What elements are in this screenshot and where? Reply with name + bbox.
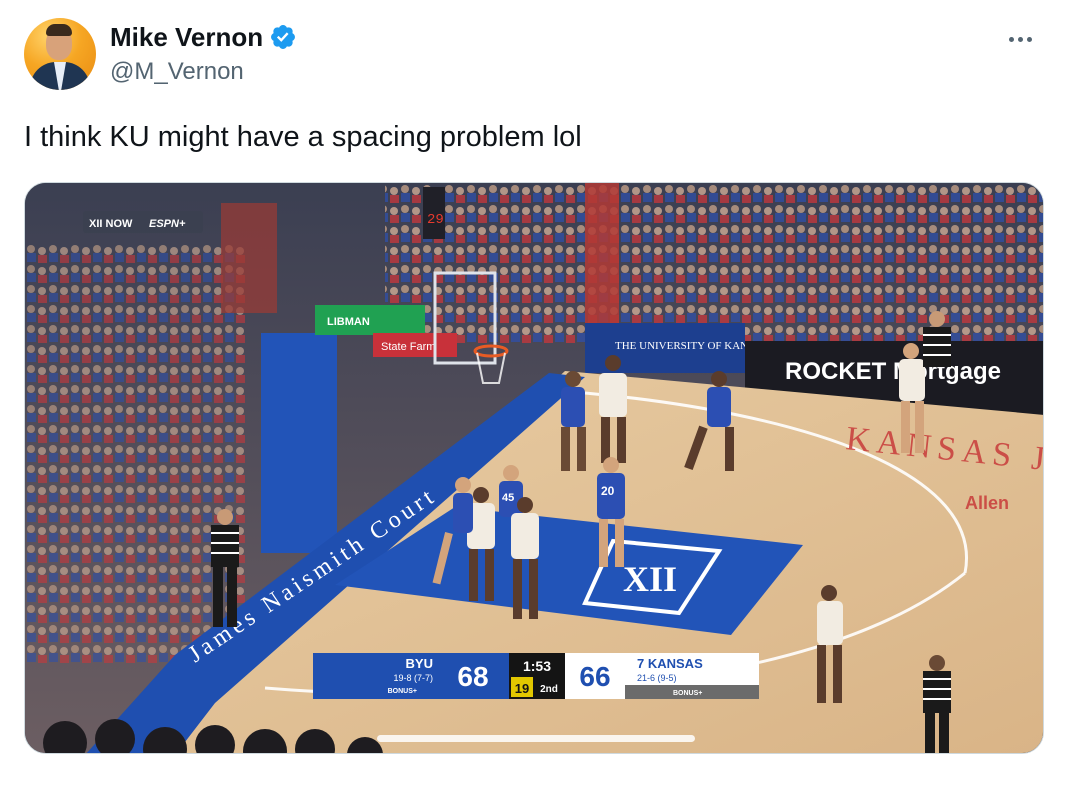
tweet-text: I think KU might have a spacing problem … [24, 121, 582, 153]
author-avatar[interactable] [24, 18, 96, 90]
author-display-name-row[interactable]: Mike Vernon [110, 20, 297, 54]
verified-badge-icon [271, 25, 296, 49]
broadcast-bug: XII NOW ESPN+ [83, 211, 203, 233]
home-score: 66 [579, 661, 610, 692]
svg-text:45: 45 [502, 492, 514, 504]
author-handle[interactable]: @M_Vernon [110, 56, 297, 88]
game-clock: 1:53 [523, 658, 551, 674]
crowd-upper-right [385, 183, 1043, 343]
scoreboard: BYU 19-8 (7-7) BONUS+ 68 1:53 19 2nd 66 … [313, 653, 759, 699]
svg-text:XII: XII [623, 559, 677, 599]
author-display-name[interactable]: Mike Vernon [110, 20, 263, 54]
tweet-media-video[interactable]: THE UNIVERSITY OF KANSAS HEALTH SYSTEM R… [24, 182, 1044, 754]
away-score: 68 [457, 661, 488, 692]
svg-text:LIBMAN: LIBMAN [327, 316, 370, 328]
sponsor-rocket-text: ROCKET Mortgage [785, 358, 1001, 385]
tweet-header: Mike Vernon @M_Vernon [24, 18, 1054, 94]
video-progress-bar[interactable] [377, 735, 695, 742]
broadcast-channel: ESPN+ [149, 218, 186, 230]
more-options-icon[interactable] [1000, 24, 1040, 54]
broadcast-network: XII NOW [89, 218, 133, 230]
svg-text:29: 29 [427, 212, 444, 228]
shot-clock: 19 [515, 681, 529, 696]
author-names: Mike Vernon @M_Vernon [110, 20, 297, 88]
home-bonus: BONUS+ [673, 690, 702, 697]
svg-text:20: 20 [601, 484, 615, 498]
home-record: 21-6 (9-5) [637, 673, 677, 683]
svg-text:State Farm: State Farm [381, 341, 435, 353]
endline-court-sub: Allen [965, 493, 1009, 513]
crowd-left [25, 243, 245, 663]
away-bonus: BONUS+ [388, 688, 417, 695]
away-team: BYU [406, 656, 433, 671]
home-team: 7 KANSAS [637, 656, 703, 671]
game-period: 2nd [540, 684, 558, 695]
away-record: 19-8 (7-7) [393, 673, 433, 683]
